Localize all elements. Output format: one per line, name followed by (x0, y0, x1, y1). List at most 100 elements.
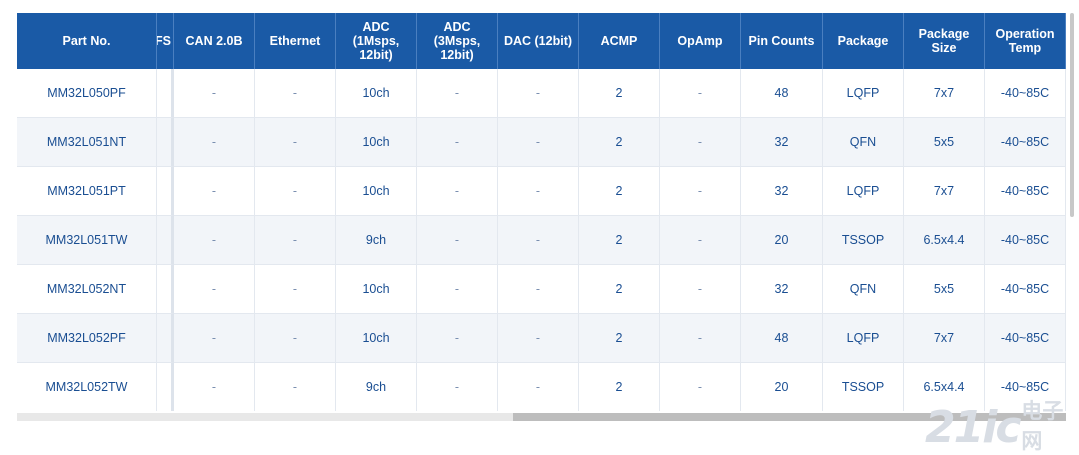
table-cell: - (660, 265, 741, 314)
table-cell: 2 (579, 314, 660, 363)
vertical-scrollbar[interactable] (1070, 13, 1074, 217)
table-viewport: Part No.FSCAN 2.0BEthernetADC (1Msps, 12… (17, 13, 1066, 411)
table-cell: 10ch (336, 69, 417, 118)
table-cell: - (417, 265, 498, 314)
table-cell: - (498, 69, 579, 118)
table-cell: -40~85C (985, 167, 1066, 216)
table-cell (157, 69, 174, 118)
table-cell: 2 (579, 167, 660, 216)
column-header: Operation Temp (985, 13, 1066, 69)
table-cell: LQFP (823, 314, 904, 363)
column-header: ADC (1Msps, 12bit) (336, 13, 417, 69)
part-number-cell: MM32L050PF (17, 69, 157, 118)
table-cell: 7x7 (904, 314, 985, 363)
table-cell: - (498, 167, 579, 216)
table-cell: 7x7 (904, 167, 985, 216)
column-header: Package Size (904, 13, 985, 69)
table-cell: 10ch (336, 167, 417, 216)
table-cell: -40~85C (985, 314, 1066, 363)
column-header: Part No. (17, 13, 157, 69)
table-cell: - (417, 216, 498, 265)
table-cell: LQFP (823, 69, 904, 118)
table-cell: - (174, 118, 255, 167)
table-cell: 32 (741, 118, 823, 167)
table-cell: - (174, 216, 255, 265)
table-cell: QFN (823, 265, 904, 314)
column-header: OpAmp (660, 13, 741, 69)
column-header: ADC (3Msps, 12bit) (417, 13, 498, 69)
table-cell: - (660, 69, 741, 118)
table-cell (157, 216, 174, 265)
table-cell: - (660, 118, 741, 167)
table-cell: 2 (579, 265, 660, 314)
table-cell (157, 314, 174, 363)
table-cell: - (255, 314, 336, 363)
table-cell: - (498, 265, 579, 314)
table-cell: - (417, 69, 498, 118)
part-number-cell: MM32L052TW (17, 363, 157, 411)
table-cell: 10ch (336, 314, 417, 363)
table-cell: 48 (741, 314, 823, 363)
table-cell: -40~85C (985, 265, 1066, 314)
table-cell: 9ch (336, 363, 417, 411)
watermark-logo: 21ic 电子网 (925, 399, 1075, 453)
table-cell: - (174, 314, 255, 363)
table-cell: LQFP (823, 167, 904, 216)
table-cell: - (417, 118, 498, 167)
table-cell: - (660, 363, 741, 411)
table-cell: 5x5 (904, 265, 985, 314)
table-cell: - (255, 118, 336, 167)
table-cell: - (498, 118, 579, 167)
table-cell: - (255, 363, 336, 411)
watermark-main: 21ic (925, 401, 1021, 453)
table-cell: - (174, 363, 255, 411)
table-cell: 6.5x4.4 (904, 216, 985, 265)
table-cell: 48 (741, 69, 823, 118)
table-cell: 2 (579, 216, 660, 265)
table-cell: 2 (579, 118, 660, 167)
horizontal-scrollbar[interactable] (17, 413, 1066, 421)
column-header: FS (157, 13, 174, 69)
part-number-cell: MM32L051TW (17, 216, 157, 265)
column-header: Package (823, 13, 904, 69)
table-cell: - (660, 216, 741, 265)
table-cell: - (255, 167, 336, 216)
table-cell (157, 265, 174, 314)
table-cell: 2 (579, 363, 660, 411)
table-cell: TSSOP (823, 216, 904, 265)
table-cell: -40~85C (985, 118, 1066, 167)
table-cell: 32 (741, 265, 823, 314)
table-cell: - (255, 69, 336, 118)
table-cell: - (174, 265, 255, 314)
table-cell: QFN (823, 118, 904, 167)
table-cell: 20 (741, 363, 823, 411)
table-cell: 20 (741, 216, 823, 265)
table-cell: - (660, 314, 741, 363)
table-cell: 2 (579, 69, 660, 118)
table-cell: - (174, 69, 255, 118)
part-number-cell: MM32L052PF (17, 314, 157, 363)
table-cell (157, 118, 174, 167)
column-header: CAN 2.0B (174, 13, 255, 69)
table-cell: 5x5 (904, 118, 985, 167)
table-cell: - (417, 314, 498, 363)
table-cell: -40~85C (985, 216, 1066, 265)
column-header: Pin Counts (741, 13, 823, 69)
table-cell: - (255, 216, 336, 265)
column-header: Ethernet (255, 13, 336, 69)
part-number-cell: MM32L051PT (17, 167, 157, 216)
table-cell: - (417, 167, 498, 216)
table-cell: - (498, 363, 579, 411)
table-cell (157, 363, 174, 411)
table-cell: - (498, 216, 579, 265)
table-cell: 32 (741, 167, 823, 216)
watermark-sub: 电子网 (1021, 399, 1064, 453)
table-cell: -40~85C (985, 69, 1066, 118)
table-cell: - (498, 314, 579, 363)
part-number-cell: MM32L052NT (17, 265, 157, 314)
table-cell: - (174, 167, 255, 216)
column-header: ACMP (579, 13, 660, 69)
parts-table: Part No.FSCAN 2.0BEthernetADC (1Msps, 12… (17, 13, 1066, 411)
table-cell: 10ch (336, 265, 417, 314)
table-cell: - (255, 265, 336, 314)
